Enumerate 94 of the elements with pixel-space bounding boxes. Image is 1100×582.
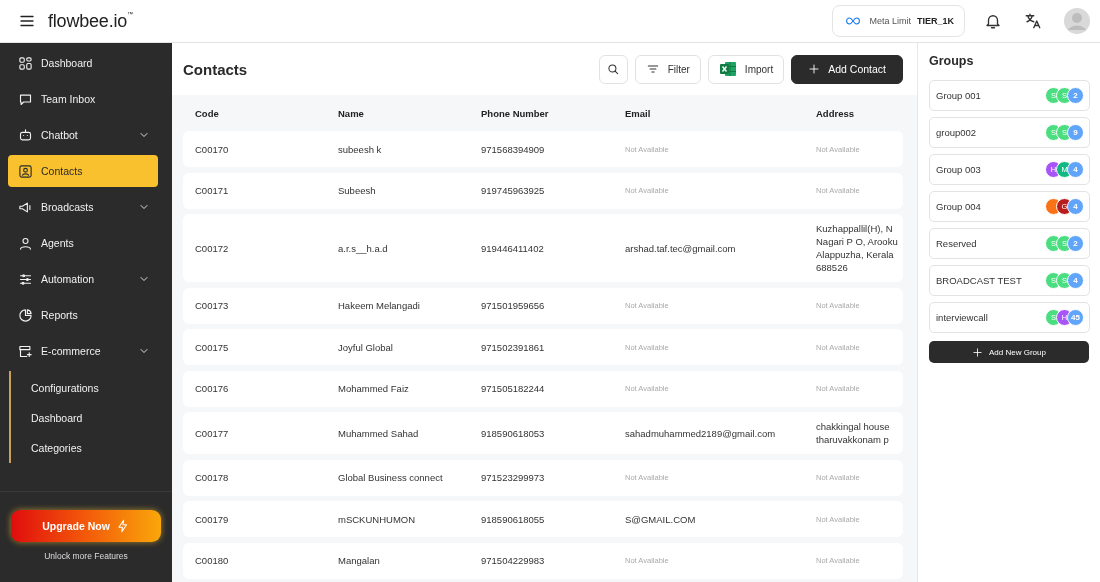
- table-cell-text: Joyful Global: [338, 341, 394, 353]
- table-cell-text: C00180: [195, 555, 230, 566]
- table-cell-text: C00175: [195, 341, 230, 353]
- column-header: Email: [625, 107, 652, 119]
- page-title: Contacts: [183, 60, 248, 78]
- table-cell-text: Kuzhappallil(H), N Nagari P O, Arooku Alappuzha, Kerala 688526: [816, 222, 899, 274]
- upgrade-caption: Unlock more Features: [44, 551, 128, 561]
- table-cell-text: sahadmuhammed2189@gmail.com: [625, 427, 777, 439]
- member-count: 9: [1067, 124, 1084, 141]
- column-header: Address: [816, 107, 855, 119]
- table-cell-text: a.r.s__h.a.d: [338, 242, 389, 254]
- member-count: 4: [1067, 272, 1084, 289]
- table-cell-text: 919446411402: [481, 242, 545, 254]
- member-count: 4: [1067, 161, 1084, 178]
- table-cell-text: chakkingal house tharuvakkonam p: [816, 420, 891, 446]
- table-cell-text: mSCKUNHUMON: [338, 513, 417, 525]
- table-cell-text: C00172: [195, 242, 230, 254]
- person-icon: [18, 235, 33, 251]
- table-cell-text: C00173: [195, 300, 230, 311]
- table-cell-text: Subeesh: [338, 185, 377, 196]
- table-cell-text: 971505182244: [481, 383, 546, 394]
- member-count: 2: [1067, 87, 1084, 104]
- table-cell-text: Muhammed Sahad: [338, 427, 420, 439]
- meta-limit-label: Meta Limit: [869, 16, 911, 26]
- lightning-icon: [115, 519, 130, 533]
- table-cell-text: Hakeem Melangadi: [338, 300, 421, 311]
- table-cell-text: 918590618055: [481, 513, 546, 525]
- robot-icon: [18, 127, 33, 143]
- table-cell-text: 971568394909: [481, 143, 546, 155]
- filter-button[interactable]: Filter: [634, 54, 701, 84]
- search-button[interactable]: [598, 54, 628, 84]
- dashboard-icon: [18, 55, 33, 71]
- group-name: BROADCAST TEST: [936, 275, 1022, 286]
- sidebar-item[interactable]: Team Inbox: [8, 83, 158, 115]
- member-count: 45: [1067, 309, 1084, 326]
- table-cell-text: subeesh k: [338, 143, 383, 155]
- contact-card-icon: [18, 163, 33, 179]
- group-name: group002: [936, 127, 977, 138]
- sidebar-item[interactable]: Automation: [8, 263, 158, 295]
- table-cell-text: 918590618053: [481, 427, 546, 439]
- table-cell-text: arshad.taf.tec@gmail.com: [625, 242, 737, 254]
- sidebar-item[interactable]: Contacts: [8, 155, 158, 187]
- sidebar-subitem[interactable]: Categories: [31, 433, 158, 463]
- table-cell-text: 971502391861: [481, 341, 546, 353]
- sidebar-item[interactable]: E-commerce: [8, 335, 158, 367]
- table-cell-text: C00176: [195, 383, 230, 394]
- sliders-icon: [18, 271, 33, 287]
- sidebar-item[interactable]: Chatbot: [8, 119, 158, 151]
- group-name: interviewcall: [936, 312, 988, 323]
- table-cell-text: 971501959656: [481, 300, 546, 311]
- group-name: Group 004: [936, 201, 981, 212]
- pie-chart-icon: [18, 307, 33, 323]
- import-button[interactable]: Import: [707, 54, 785, 84]
- column-header: Code: [195, 107, 220, 119]
- plus-icon: [972, 346, 984, 358]
- plus-icon: [808, 63, 821, 75]
- table-cell-text: Mohammed Faiz: [338, 383, 410, 394]
- add-group-button[interactable]: Add New Group: [929, 341, 1089, 363]
- group-name: Group 003: [936, 164, 981, 175]
- table-cell-text: S@GMAIL.COM: [625, 513, 697, 525]
- tier-label: TIER_1K: [917, 16, 954, 26]
- sidebar-item[interactable]: Dashboard: [8, 47, 158, 79]
- table-cell-text: C00178: [195, 472, 230, 483]
- translate-icon[interactable]: [1024, 12, 1042, 30]
- table-cell-text: 971523299973: [481, 472, 546, 483]
- sidebar-item[interactable]: Broadcasts: [8, 191, 158, 223]
- bell-icon[interactable]: [984, 12, 1002, 30]
- sidebar-subitem[interactable]: Configurations: [31, 373, 158, 403]
- table-cell-text: Global Business connect: [338, 472, 444, 483]
- table-cell-text: C00179: [195, 513, 230, 525]
- table-cell-text: 971504229983: [481, 555, 546, 566]
- member-count: 4: [1067, 198, 1084, 215]
- table-cell-text: 919745963925: [481, 185, 546, 196]
- logo: flowbee.io$^{™}$: [48, 10, 133, 32]
- member-count: 2: [1067, 235, 1084, 252]
- group-name: Group 001: [936, 90, 981, 101]
- sidebar-item[interactable]: Reports: [8, 299, 158, 331]
- column-header: Phone Number: [481, 107, 550, 119]
- table-cell-text: C00170: [195, 143, 230, 155]
- chat-bubble-icon: [18, 91, 33, 107]
- sidebar-subitem[interactable]: Dashboard: [31, 403, 158, 433]
- filter-icon: [645, 62, 660, 76]
- panel-title: Groups: [929, 54, 975, 68]
- table-cell-text: C00177: [195, 427, 230, 439]
- sidebar-item[interactable]: Agents: [8, 227, 158, 259]
- store-icon: [18, 343, 33, 359]
- spreadsheet-icon: [718, 61, 737, 77]
- column-header: Name: [338, 107, 365, 119]
- table-cell-text: Mangalan: [338, 555, 381, 566]
- group-name: Reserved: [936, 238, 977, 249]
- search-icon: [606, 62, 621, 76]
- upgrade-button[interactable]: Upgrade Now: [11, 510, 161, 542]
- table-cell-text: C00171: [195, 185, 230, 196]
- add-contact-button[interactable]: Add Contact: [791, 54, 903, 84]
